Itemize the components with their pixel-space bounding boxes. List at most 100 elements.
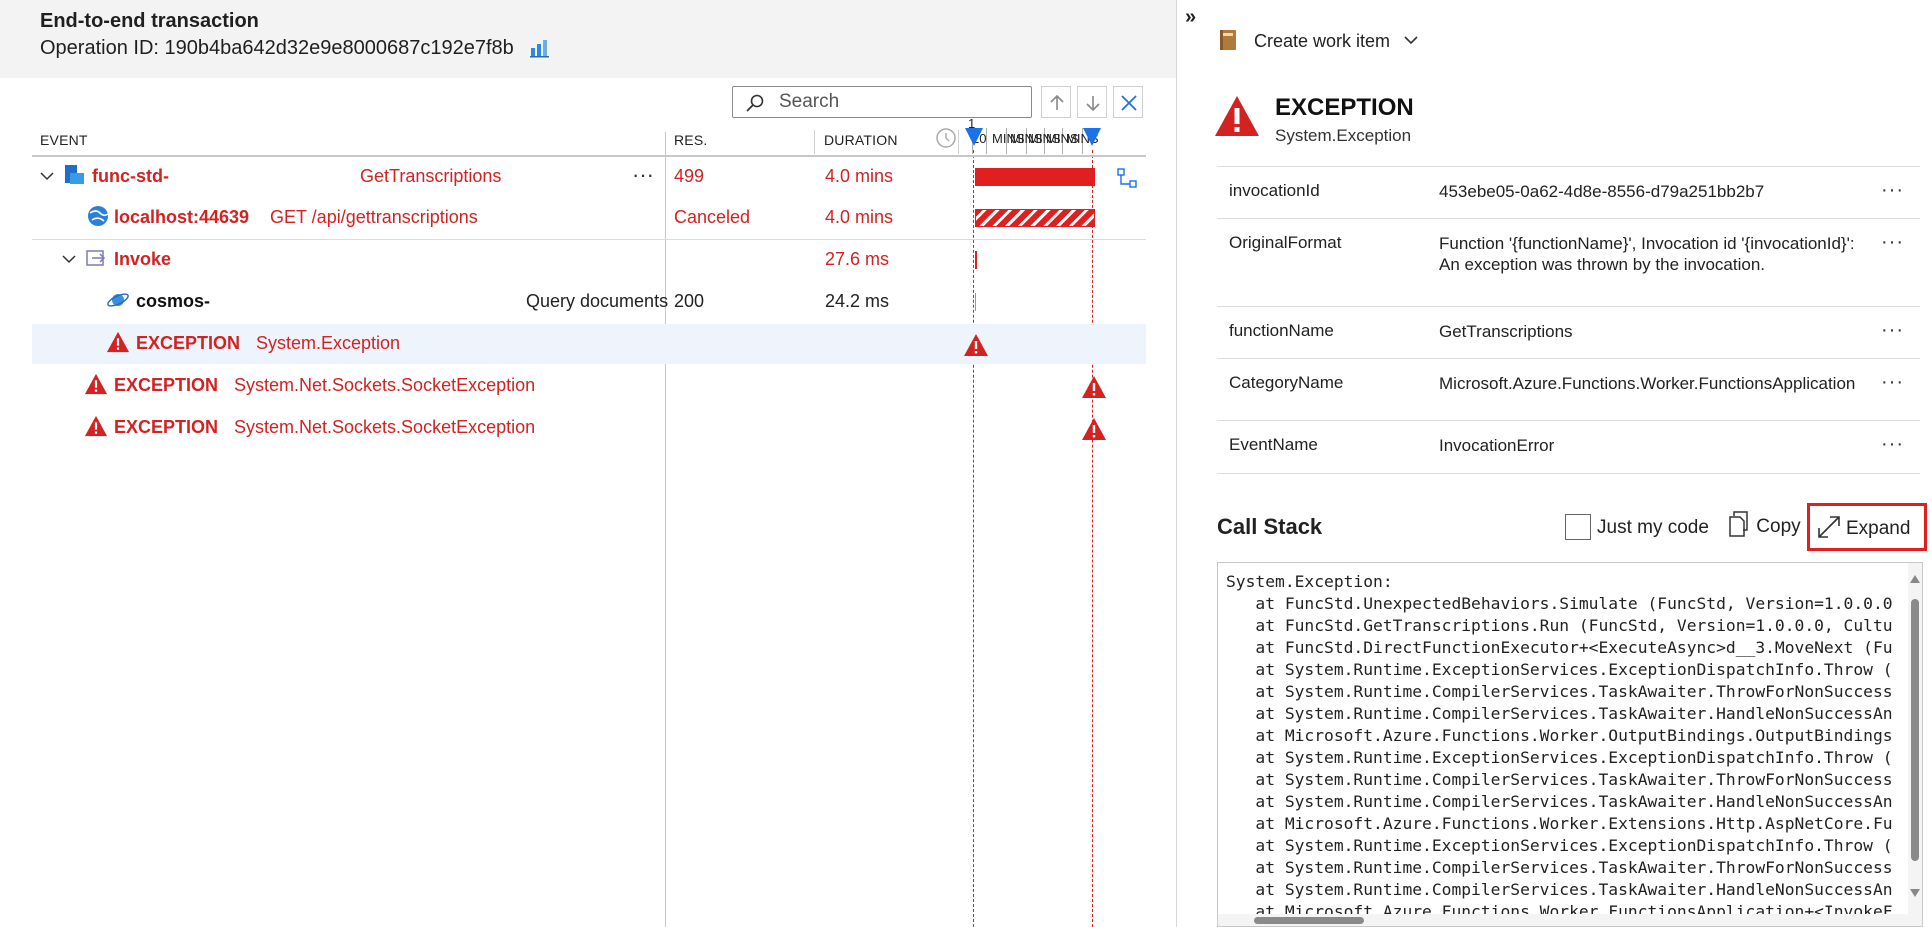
table-row-selected[interactable]: EXCEPTION System.Exception [32,324,1146,364]
chevron-down-icon [1404,36,1418,45]
scroll-up-icon[interactable] [1910,575,1920,583]
property-key: OriginalFormat [1229,233,1342,252]
close-icon [1121,95,1137,111]
create-work-item-button[interactable]: Create work item [1217,28,1419,58]
analytics-icon[interactable] [529,36,551,58]
event-duration: 24.2 ms [825,291,890,311]
create-work-item-label: Create work item [1254,31,1391,51]
just-my-code-checkbox[interactable]: Just my code [1565,514,1709,540]
duration-bar[interactable] [975,293,976,311]
operation-id: Operation ID: 190b4ba642d32e9e8000687c19… [40,36,551,60]
timeline-start-marker[interactable] [964,124,984,152]
more-options-icon[interactable]: ··· [1881,231,1904,254]
timeline-scale: 1 20 MINS MINS MINS MINS MINS [968,116,1146,156]
exception-type: System.Exception [1275,126,1412,145]
property-value: InvocationError [1439,436,1555,455]
event-duration: 4.0 mins [825,207,894,227]
expand-icon [1818,516,1840,538]
call-stack-text: System.Exception: at FuncStd.UnexpectedB… [1226,572,1893,921]
search-icon [746,94,764,112]
timeline-end-marker[interactable] [1082,124,1102,152]
table-row[interactable]: EXCEPTION System.Net.Sockets.SocketExcep… [32,366,1146,406]
event-detail: Query documents [526,291,669,311]
transaction-header: End-to-end transaction Operation ID: 190… [0,0,1176,78]
clear-search-button[interactable] [1113,86,1143,118]
scrollbar-thumb[interactable] [1911,599,1919,861]
invoke-icon [86,250,106,266]
more-options-icon[interactable]: ··· [1881,371,1904,394]
cosmos-db-icon [107,293,129,307]
event-name: localhost:44639 [114,207,250,227]
event-name: EXCEPTION [136,333,241,353]
history-icon[interactable] [934,126,958,150]
chevron-down-icon[interactable] [40,171,54,181]
checkbox-icon[interactable] [1565,514,1591,540]
event-detail: System.Net.Sockets.SocketException [234,417,536,437]
previous-result-button[interactable] [1041,86,1071,118]
table-row[interactable]: cosmos- Query documents 200 24.2 ms [32,282,1146,322]
dependency-map-icon[interactable] [1116,167,1140,189]
timeline-exception-icon[interactable] [1081,375,1107,399]
horizontal-scrollbar[interactable] [1218,914,1922,926]
call-stack-viewer[interactable]: System.Exception: at FuncStd.UnexpectedB… [1217,562,1923,927]
scrollbar-thumb[interactable] [1254,917,1364,924]
event-detail: System.Exception [256,333,401,353]
property-row: CategoryName Microsoft.Azure.Functions.W… [1217,358,1920,420]
event-duration: 27.6 ms [825,249,890,269]
event-detail: GET /api/gettranscriptions [270,207,478,227]
collapse-pane-button[interactable]: » [1185,6,1196,29]
exception-warning-icon [1215,96,1259,136]
expand-label: Expand [1846,518,1911,539]
just-my-code-label: Just my code [1597,517,1709,538]
timeline-exception-icon[interactable] [1081,417,1107,441]
timeline-exception-icon[interactable] [963,333,989,357]
table-row[interactable]: Invoke 27.6 ms [32,240,1146,280]
search-input[interactable] [777,89,1017,115]
warning-icon [84,373,108,395]
operation-id-text: Operation ID: 190b4ba642d32e9e8000687c19… [40,37,514,59]
property-value: Microsoft.Azure.Functions.Worker.Functio… [1439,374,1856,393]
chevron-down-icon[interactable] [62,254,76,264]
column-divider [958,130,959,154]
scroll-down-icon[interactable] [1910,889,1920,897]
more-options-icon[interactable]: ··· [632,162,654,188]
property-row: EventName InvocationError ··· [1217,420,1920,474]
column-header-duration[interactable]: DURATION [824,132,898,148]
copy-button[interactable]: Copy [1727,510,1801,538]
more-options-icon[interactable]: ··· [1881,433,1904,456]
duration-bar[interactable] [975,209,1095,227]
column-divider [814,130,815,154]
property-row: functionName GetTranscriptions ··· [1217,306,1920,358]
event-result: 200 [674,291,705,311]
exception-title: EXCEPTION [1275,94,1414,121]
property-value: 453ebe05-0a62-4d8e-8556-d79a251bb2b7 [1439,182,1765,201]
event-name: Invoke [114,249,172,269]
search-box[interactable] [732,86,1032,118]
call-stack-title: Call Stack [1217,514,1323,539]
duration-bar[interactable] [975,251,977,269]
event-name: EXCEPTION [114,417,219,437]
vertical-scrollbar[interactable] [1908,563,1922,926]
work-item-icon [1220,30,1236,50]
event-name: cosmos- [136,291,211,311]
property-row: invocationId 453ebe05-0a62-4d8e-8556-d79… [1217,166,1920,218]
event-name: EXCEPTION [114,375,219,395]
table-row[interactable]: localhost:44639 GET /api/gettranscriptio… [32,198,1146,238]
page-title: End-to-end transaction [40,10,259,32]
arrow-down-icon [1086,96,1100,112]
property-key: CategoryName [1229,373,1344,392]
arrow-up-icon [1050,94,1064,110]
column-header-res[interactable]: RES. [674,132,707,148]
column-header-event[interactable]: EVENT [40,132,88,148]
duration-bar[interactable] [975,168,1095,186]
details-pane: » Create work item EXCEPTION System.Exce… [1176,0,1932,927]
more-options-icon[interactable]: ··· [1881,179,1904,202]
next-result-button[interactable] [1077,86,1107,118]
property-key: invocationId [1229,181,1320,200]
table-row[interactable]: EXCEPTION System.Net.Sockets.SocketExcep… [32,408,1146,448]
more-options-icon[interactable]: ··· [1881,319,1904,342]
expand-button[interactable]: Expand [1807,503,1927,551]
table-row[interactable]: func-std- GetTranscriptions ··· 499 4.0 … [32,157,1146,197]
globe-icon [88,206,109,226]
copy-label: Copy [1756,516,1801,537]
